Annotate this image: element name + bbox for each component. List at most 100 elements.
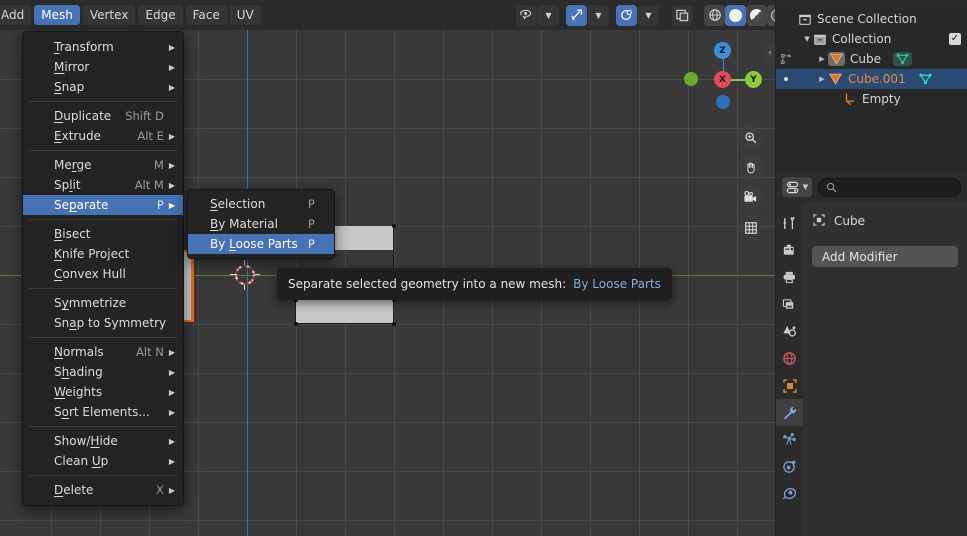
mesh-menu-item-split[interactable]: Split Alt M ▶ [23,175,183,195]
outliner-row[interactable]: ▶ Cube [776,49,967,69]
editor-divider[interactable] [775,0,776,536]
grid-line [0,520,775,521]
mesh-menu-item-convex-hull[interactable]: Convex Hull [23,264,183,284]
menu-face[interactable]: Face [185,5,227,25]
particles-tab[interactable] [776,426,803,453]
mesh-menu-item-shading[interactable]: Shading ▶ [23,362,183,382]
render-tab[interactable] [776,237,803,264]
menu-edge[interactable]: Edge [138,5,183,25]
outliner-row[interactable]: Empty [776,89,967,109]
mesh-menu-item-symmetrize[interactable]: Symmetrize [23,293,183,313]
visibility-dropdown-chevron-icon[interactable]: ▼ [538,4,559,26]
properties-tab-column[interactable] [776,202,803,536]
mesh-menu-item-weights[interactable]: Weights ▶ [23,382,183,402]
outliner-row[interactable]: ▶ Cube.001 [776,69,967,89]
mesh-menu-item-show-hide[interactable]: Show/Hide ▶ [23,431,183,451]
menu-separator [29,101,177,102]
mesh-menu-dropdown[interactable]: Transform▶Mirror▶Snap▶ DuplicateShift D▶E… [22,31,184,506]
output-tab[interactable] [776,264,803,291]
menu-item-label: Shading [54,365,103,379]
menu-uv[interactable]: UV [229,5,261,25]
gizmo-axis-x[interactable]: X [714,71,731,88]
mesh-data-icon[interactable] [918,72,933,86]
mesh-object-icon [828,52,845,66]
mesh-data-icon[interactable] [892,52,912,66]
mesh-menu-item-extrude[interactable]: Extrude Alt E ▶ [23,126,183,146]
menu-item-label: Selection [210,197,266,211]
snap-magnet-icon[interactable] [566,4,587,26]
view-layer-tab[interactable] [776,291,803,318]
world-tab[interactable] [776,345,803,372]
modifier-tab[interactable] [776,399,803,426]
separate-item-by-material[interactable]: By MaterialP▶ [188,214,334,234]
object-constraints-tab[interactable] [776,480,803,507]
mesh-menu-item-bisect[interactable]: Bisect [23,224,183,244]
visibility-selectability-icon[interactable] [516,4,537,26]
menu-add[interactable]: Add [0,5,32,25]
chevron-right-icon[interactable]: ▶ [816,75,828,83]
separate-item-selection[interactable]: SelectionP▶ [188,194,334,214]
menu-item-label: Separate [54,198,109,212]
chevron-down-icon[interactable]: ▼ [801,35,813,43]
separate-item-by-loose-parts[interactable]: By Loose PartsP▶ [188,234,334,254]
tooltip-text: Separate selected geometry into a new me… [288,277,567,291]
menu-item-label: Show/Hide [54,434,118,448]
sidebar-toggle-icon[interactable]: ‹ [765,43,775,63]
toggle-xray-icon[interactable] [672,4,693,26]
camera-view-icon[interactable] [738,185,763,210]
physics-tab[interactable] [776,453,803,480]
outliner-editor[interactable]: Scene Collection ▼ Collection ✓ ▶ Cube ▶ Cube.0… [776,0,967,172]
zoom-view-icon[interactable] [738,125,763,150]
mesh-menu-item-snap-to-symmetry[interactable]: Snap to Symmetry [23,313,183,333]
outliner-row[interactable]: Scene Collection [776,9,967,29]
outliner-row-label: Cube [850,52,881,66]
add-modifier-button[interactable]: Add Modifier [812,246,958,267]
chevron-right-icon[interactable]: ▶ [816,55,828,63]
menu-item-shortcut: P [307,197,315,211]
wireframe-shading[interactable] [704,4,725,26]
solid-shading[interactable] [725,4,746,26]
proportional-dropdown-chevron-icon[interactable]: ▼ [638,4,659,26]
proportional-editing-icon[interactable] [616,4,637,26]
separate-submenu[interactable]: SelectionP▶By MaterialP▶By Loose PartsP▶ [187,189,335,259]
collection-checkbox[interactable]: ✓ [949,33,961,45]
mesh-menu-item-normals[interactable]: Normals Alt N ▶ [23,342,183,362]
menu-vertex[interactable]: Vertex [82,5,136,25]
mesh-menu-item-snap[interactable]: Snap ▶ [23,77,183,97]
mesh-menu-item-transform[interactable]: Transform ▶ [23,37,183,57]
move-view-icon[interactable] [738,155,763,180]
outliner-row[interactable]: ▼ Collection ✓ [776,29,967,49]
mesh-menu-item-delete[interactable]: Delete X ▶ [23,480,183,500]
mesh-menu-item-separate[interactable]: Separate P ▶ [23,195,183,215]
menu-item-label: By Loose Parts [210,237,298,251]
properties-search-input[interactable] [818,177,961,197]
mesh-menu-item-clean-up[interactable]: Clean Up ▶ [23,451,183,471]
gizmo-axis-y[interactable]: Y [745,71,762,88]
menu-item-label: Merge [54,158,92,172]
mesh-menu-item-sort-elements[interactable]: Sort Elements... ▶ [23,402,183,422]
material-preview-shading[interactable] [746,4,767,26]
mesh-menu-item-merge[interactable]: Merge M ▶ [23,155,183,175]
gizmo-axis-neg-y[interactable] [684,72,698,86]
properties-editor[interactable]: ▼ Cube Add Modifier [776,172,967,536]
select-restrict-icon[interactable] [780,53,793,69]
mesh-menu-item-mirror[interactable]: Mirror ▶ [23,57,183,77]
tool-tab[interactable] [776,210,803,237]
scene-tab[interactable] [776,318,803,345]
navigation-gizmo[interactable]: Z X Y [684,32,762,109]
mesh-vertex [392,224,396,228]
menu-mesh[interactable]: Mesh [34,5,80,25]
editor-type-selector[interactable]: ▼ [782,177,812,197]
mesh-menu-item-duplicate[interactable]: DuplicateShift D▶ [23,106,183,126]
gizmo-axis-z[interactable]: Z [714,42,731,59]
object-tab[interactable] [776,372,803,399]
menu-item-label: Bisect [54,227,91,241]
gizmo-axis-neg-z[interactable] [716,95,730,109]
toggle-orthographic-icon[interactable] [738,215,763,240]
empty-plain-axes-icon [843,92,857,106]
snap-dropdown-chevron-icon[interactable]: ▼ [588,4,609,26]
outliner-tree[interactable]: Scene Collection ▼ Collection ✓ ▶ Cube ▶ Cube.0… [776,9,967,109]
editor-divider[interactable] [776,171,967,172]
mesh-menu-item-knife-project[interactable]: Knife Project [23,244,183,264]
mesh-object-icon [829,53,844,65]
